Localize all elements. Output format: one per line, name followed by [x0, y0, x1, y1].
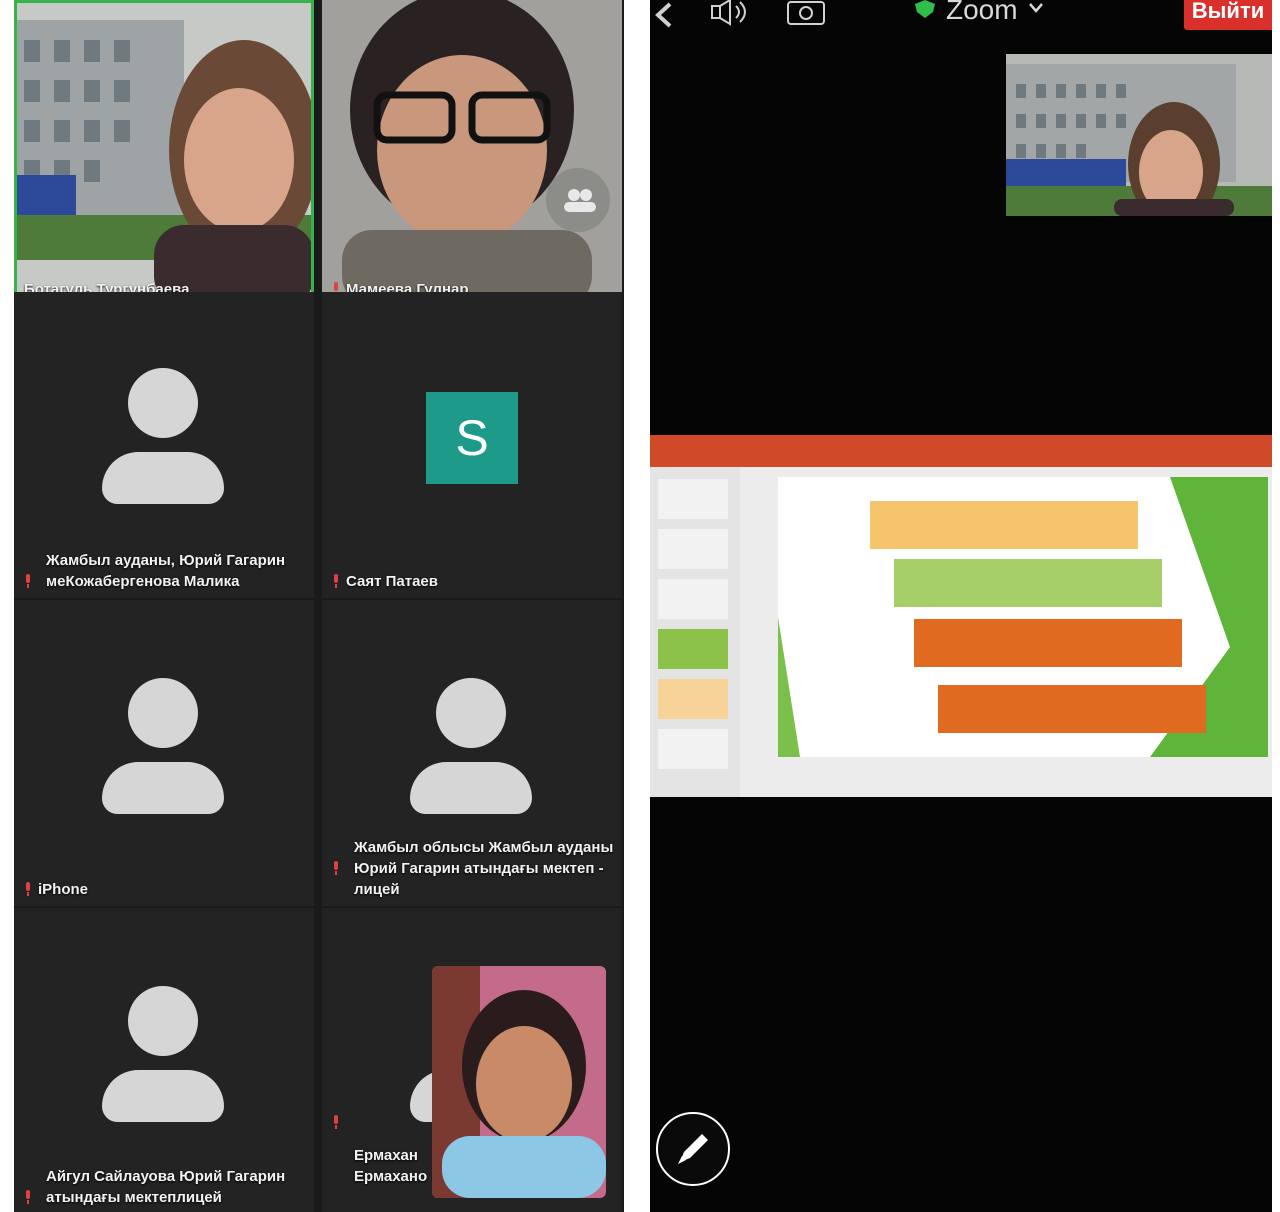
avatar-body — [102, 452, 224, 504]
shared-screen — [650, 435, 1272, 797]
self-view-overlay[interactable] — [432, 966, 606, 1198]
chevron-down-icon — [1029, 3, 1044, 13]
avatar-head — [128, 986, 198, 1056]
ppt-canvas — [650, 467, 1268, 797]
avatar-head — [128, 678, 198, 748]
avatar-tile-lyceum[interactable]: Жамбыл облысы Жамбыл ауданы Юрий Гагарин… — [322, 600, 622, 906]
video-tile-gulnar[interactable]: Мамеева Гулнар — [322, 0, 622, 306]
avatar-tile-kozhabergenova[interactable]: Жамбыл ауданы, Юрий Гагарин меКожаберген… — [14, 292, 314, 598]
mic-muted-icon — [26, 574, 30, 588]
participants-icon[interactable] — [562, 186, 598, 214]
speaker-thumbnail[interactable] — [1006, 54, 1272, 216]
self-video — [432, 966, 606, 1198]
video-tile-botagul[interactable]: Ботагуль Тургунбаева — [14, 0, 314, 306]
pencil-icon — [678, 1134, 708, 1164]
avatar-head — [436, 678, 506, 748]
initial-avatar: S — [426, 392, 518, 484]
participant-name: Жамбыл ауданы, Юрий Гагарин меКожаберген… — [24, 550, 306, 592]
speaker-video — [1006, 54, 1272, 216]
avatar-tile-aigul[interactable]: Айгул Сайлауова Юрий Гагарин атындағы ме… — [14, 908, 314, 1212]
ppt-ribbon — [650, 435, 1272, 467]
participant-video — [14, 0, 314, 306]
back-arrow-icon[interactable] — [654, 2, 674, 31]
avatar-body — [102, 1070, 224, 1122]
mic-muted-icon — [26, 1190, 30, 1204]
camera-switch-icon[interactable] — [786, 0, 826, 29]
zoom-menu[interactable]: Zoom — [946, 0, 1044, 26]
leave-meeting-button[interactable]: Выйти — [1184, 0, 1272, 30]
participant-name: Жамбыл облысы Жамбыл ауданы Юрий Гагарин… — [332, 837, 614, 900]
avatar-body — [410, 762, 532, 814]
mic-muted-icon — [334, 861, 338, 875]
meeting-top-bar: Zoom Выйти — [650, 0, 1272, 36]
participant-video — [322, 0, 622, 306]
avatar-head — [128, 368, 198, 438]
avatar-tile-iphone[interactable]: iPhone — [14, 600, 314, 906]
shield-icon — [914, 0, 936, 18]
mic-muted-icon — [334, 574, 338, 588]
participant-name: Саят Патаев — [332, 571, 614, 592]
speaker-icon[interactable] — [710, 0, 750, 29]
mic-muted-icon — [26, 882, 30, 896]
annotate-button[interactable] — [656, 1112, 730, 1186]
avatar-tile-sayat[interactable]: S Саят Патаев — [322, 292, 622, 598]
mic-muted-icon — [334, 1115, 338, 1129]
participant-name: Айгул Сайлауова Юрий Гагарин атындағы ме… — [24, 1166, 306, 1208]
zoom-label: Zoom — [946, 0, 1018, 25]
participant-name: iPhone — [24, 879, 306, 900]
meeting-view: Zoom Выйти — [650, 0, 1272, 1212]
avatar-body — [102, 762, 224, 814]
gallery-view: Ботагуль Тургунбаева Мамеева Гулнар Жамб… — [14, 0, 624, 1212]
